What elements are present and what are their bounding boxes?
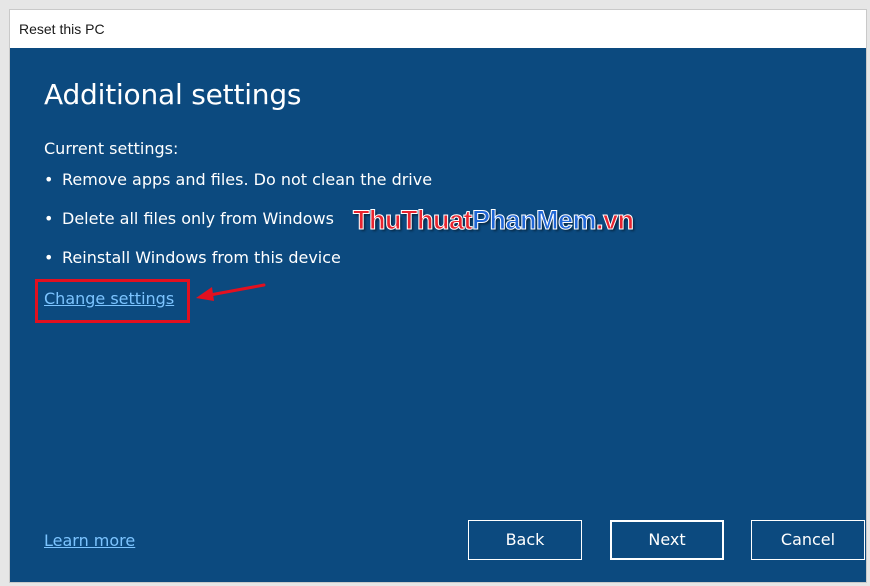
back-button[interactable]: Back xyxy=(468,520,582,560)
watermark-part-2: PhanMem xyxy=(471,205,597,236)
dialog-content: Additional settings Current settings: • R… xyxy=(10,48,866,582)
next-button[interactable]: Next xyxy=(610,520,724,560)
watermark-part-1: ThuThuat xyxy=(353,205,473,236)
window-title: Reset this PC xyxy=(19,21,105,37)
cancel-button[interactable]: Cancel xyxy=(751,520,865,560)
bullet-icon: • xyxy=(44,248,54,267)
learn-more-link[interactable]: Learn more xyxy=(44,531,135,550)
red-arrow-icon xyxy=(196,283,266,301)
title-bar: Reset this PC xyxy=(10,10,866,48)
watermark-logo: ThuThuatPhanMem.vn xyxy=(353,205,635,236)
setting-text: Reinstall Windows from this device xyxy=(62,248,341,267)
current-settings-label: Current settings: xyxy=(44,139,179,158)
bullet-icon: • xyxy=(44,209,54,228)
setting-text: Delete all files only from Windows xyxy=(62,209,334,228)
page-title: Additional settings xyxy=(44,78,302,111)
bullet-icon: • xyxy=(44,170,54,189)
watermark-part-3: .vn xyxy=(596,205,635,236)
list-item: • Remove apps and files. Do not clean the… xyxy=(44,169,432,208)
reset-pc-window: Reset this PC Additional settings Curren… xyxy=(9,9,867,583)
change-settings-link[interactable]: Change settings xyxy=(44,289,174,308)
setting-text: Remove apps and files. Do not clean the … xyxy=(62,170,433,189)
